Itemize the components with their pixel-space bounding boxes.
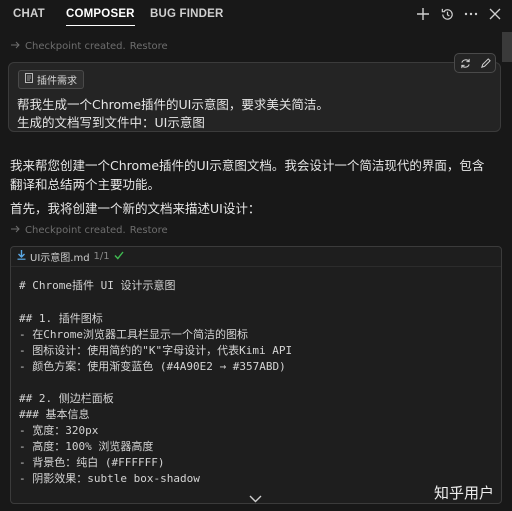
code-line: ## 2. 侧边栏面板 [19,392,114,405]
code-line: - 在Chrome浏览器工具栏显示一个简洁的图标 [19,328,248,341]
response-text: 我来帮您创建一个Chrome插件的UI示意图文档。我会设计一个简洁现代的界面，包… [10,158,485,173]
file-icon [25,73,33,86]
checkpoint-notice: Checkpoint created. Restore [11,41,168,52]
change-count: 1/1 [93,251,110,262]
prompt-line: 生成的文档写到文件中：UI示意图 [17,115,205,130]
prompt-actions [454,53,496,73]
code-line: # Chrome插件 UI 设计示意图 [19,279,176,292]
history-icon[interactable] [438,4,456,24]
watermark: 知乎用户 [434,484,495,502]
check-icon [114,251,124,263]
code-line: - 阴影效果：subtle box-shadow [19,472,200,485]
scrollbar-thumb[interactable] [502,32,512,62]
edit-icon[interactable] [480,54,491,73]
more-icon[interactable] [462,4,480,24]
chevron-down-icon[interactable] [249,488,262,507]
checkpoint-notice: Checkpoint created. Restore [11,225,168,236]
tab-bug-finder[interactable]: BUG FINDER [150,8,224,20]
file-name[interactable]: UI示意图.md [30,249,90,264]
code-line: ## 1. 插件图标 [19,312,103,325]
response-text: 首先，我将创建一个新的文档来描述UI设计： [10,201,261,216]
code-line: - 高度：100% 浏览器高度 [19,440,154,453]
close-icon[interactable] [486,4,504,24]
code-line: - 宽度：320px [19,424,99,437]
tab-composer[interactable]: COMPOSER [66,8,135,26]
context-chip[interactable]: 插件需求 [18,70,84,89]
context-chip-label: 插件需求 [37,76,77,87]
tab-chat[interactable]: CHAT [13,8,45,20]
checkpoint-text: Checkpoint created. [25,225,126,236]
arrow-right-icon [11,225,21,236]
code-line: - 颜色方案：使用渐变蓝色 (#4A90E2 → #357ABD) [19,360,286,373]
prompt-line: 帮我生成一个Chrome插件的UI示意图，要求美关简洁。 [17,97,329,112]
restore-link[interactable]: Restore [130,41,168,52]
plus-icon[interactable] [414,4,432,24]
code-line: - 图标设计：使用简约的"K"字母设计，代表Kimi API [19,344,293,357]
code-file-header[interactable]: UI示意图.md 1/1 [11,247,501,267]
restore-link[interactable]: Restore [130,225,168,236]
arrow-right-icon [11,41,21,52]
refresh-icon[interactable] [460,54,471,73]
code-file-card: UI示意图.md 1/1 # Chrome插件 UI 设计示意图 ## 1. 插… [10,246,502,504]
user-prompt-card[interactable]: 插件需求 帮我生成一个Chrome插件的UI示意图，要求美关简洁。 生成的文档写… [8,62,501,132]
top-bar: CHAT COMPOSER BUG FINDER [0,0,512,30]
checkpoint-text: Checkpoint created. [25,41,126,52]
code-line: - 背景色：纯白 (#FFFFFF) [19,456,165,469]
response-text: 翻译和总结两个主要功能。 [10,177,161,192]
download-icon [17,250,26,263]
code-line: ### 基本信息 [19,408,90,421]
